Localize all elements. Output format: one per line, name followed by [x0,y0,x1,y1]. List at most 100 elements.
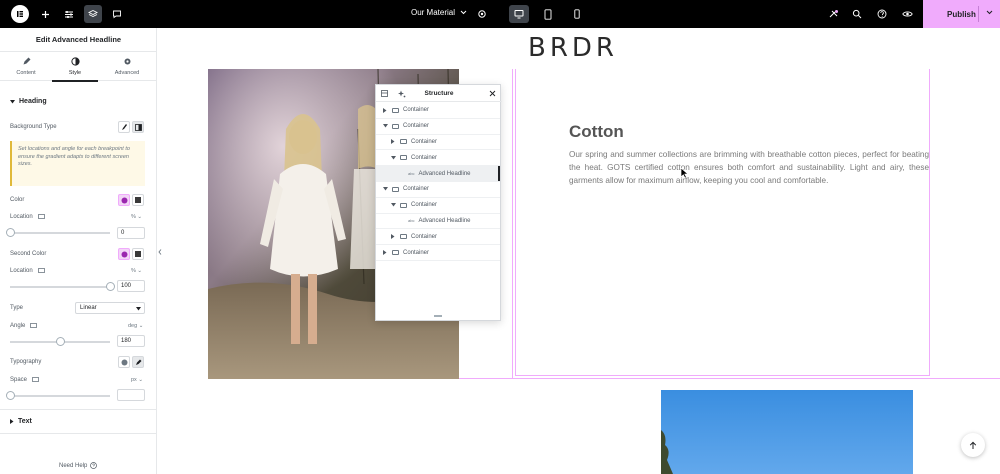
tab-content[interactable]: Content [1,55,51,76]
container-icon [392,123,399,129]
resize-grip-icon[interactable] [434,315,442,317]
structure-header: Structure [376,85,502,102]
section-divider [0,433,157,434]
elementor-logo-icon[interactable] [11,5,29,23]
caret-right-icon[interactable] [390,234,396,240]
caret-right-icon [10,419,14,424]
structure-container-row[interactable]: Container [376,229,500,246]
second-location-unit-select[interactable]: % ⌄ [131,268,142,274]
structure-widget-row[interactable]: abc Advanced Headline [376,214,500,230]
chevron-down-icon [460,10,467,15]
caret-right-icon[interactable] [382,250,388,256]
structure-container-row[interactable]: Container [376,198,500,214]
second-location-slider-handle[interactable] [106,282,115,291]
second-location-slider[interactable] [10,282,115,291]
gradient-breakpoint-notice: Set locations and angle for each breakpo… [10,141,145,186]
section-outline-bottom [459,378,1000,379]
space-slider-handle[interactable] [6,391,15,400]
preview-eye-icon[interactable] [898,5,916,23]
editor-panel: Edit Advanced Headline Content Style Adv… [0,28,157,474]
panel-collapse-toggle[interactable] [157,245,163,259]
comments-icon[interactable] [108,5,126,23]
tab-advanced[interactable]: Advanced [102,55,152,76]
text-editor-widget[interactable]: Our spring and summer collections are br… [569,148,929,187]
space-unit-label: px [131,377,137,383]
space-input[interactable] [117,389,145,401]
structure-container-row[interactable]: Container [376,119,500,135]
space-slider[interactable] [6,391,110,400]
section-divider [0,409,157,410]
tablet-icon[interactable] [539,5,557,23]
angle-unit-label: deg [128,323,138,329]
arrow-up-icon [969,441,977,449]
background-type-label: Background Type [10,124,57,130]
need-help-link[interactable]: Need Help [59,462,98,469]
color-picker-swatch[interactable] [132,194,144,206]
structure-container-row[interactable]: Container [376,245,500,261]
gear-icon[interactable] [473,5,491,23]
structure-container-row[interactable]: Container [376,103,500,119]
second-color-picker-swatch[interactable] [132,248,144,260]
caret-right-icon[interactable] [382,107,388,113]
second-color-global-button[interactable] [118,248,130,260]
angle-slider[interactable] [10,337,110,346]
add-icon[interactable] [36,5,54,23]
advanced-headline-widget[interactable]: Cotton [569,122,624,142]
globe-icon [121,251,127,257]
structure-container-row[interactable]: Container [376,135,500,151]
help-icon [90,462,98,469]
typography-global-button[interactable] [118,356,130,368]
publish-button[interactable]: Publish [923,0,1000,28]
location-input[interactable]: 0 [117,227,145,239]
site-logo[interactable]: BRDR [528,33,618,63]
color-label: Color [10,197,25,203]
angle-slider-handle[interactable] [56,337,65,346]
angle-input[interactable]: 180 [117,335,145,347]
background-gradient-button[interactable] [132,121,144,133]
container-icon [400,202,407,208]
typography-edit-button[interactable] [132,356,144,368]
angle-unit-select[interactable]: deg ⌄ [128,323,143,329]
settings-sliders-icon[interactable] [60,5,78,23]
tab-advanced-label: Advanced [114,70,140,76]
scroll-to-top-button[interactable] [961,433,985,457]
space-unit-select[interactable]: px ⌄ [131,377,143,383]
desktop-icon [30,323,38,328]
background-classic-button[interactable] [118,121,130,133]
mobile-icon[interactable] [568,5,586,23]
document-title[interactable]: Our Material [411,8,467,17]
structure-row-label: Container [411,233,438,240]
type-label: Type [10,305,24,311]
caret-down-icon[interactable] [382,123,388,129]
caret-down-icon[interactable] [390,202,396,208]
search-icon[interactable] [848,5,866,23]
half-circle-icon [70,57,80,66]
caret-down-icon[interactable] [382,186,388,192]
structure-container-row[interactable]: Container [376,182,500,198]
publish-options-chevron-icon[interactable] [986,10,993,15]
help-icon[interactable] [873,5,891,23]
structure-container-row[interactable]: Container [376,150,500,167]
desktop-icon [37,268,45,273]
color-global-button[interactable] [118,194,130,206]
layers-icon[interactable] [84,5,102,23]
second-location-input[interactable]: 100 [117,280,145,292]
caret-down-icon[interactable] [390,155,396,161]
notifications-icon[interactable] [824,5,842,23]
angle-label: Angle [10,323,26,329]
tab-style[interactable]: Style [50,55,100,76]
caret-right-icon[interactable] [390,139,396,145]
location-slider[interactable] [6,228,110,237]
gradient-type-select[interactable]: Linear [75,302,145,314]
close-icon[interactable] [489,90,496,97]
structure-widget-row[interactable]: abc Advanced Headline [376,166,500,182]
brush-icon [121,123,127,130]
second-location-unit-label: % [131,268,136,274]
publish-divider [978,6,979,22]
location-slider-handle[interactable] [6,228,15,237]
desktop-icon[interactable] [509,5,529,23]
section-text-toggle[interactable]: Text [10,418,32,425]
gear-icon [123,57,132,66]
location-unit-select[interactable]: % ⌄ [131,214,142,220]
section-heading-toggle[interactable]: Heading [10,98,47,105]
